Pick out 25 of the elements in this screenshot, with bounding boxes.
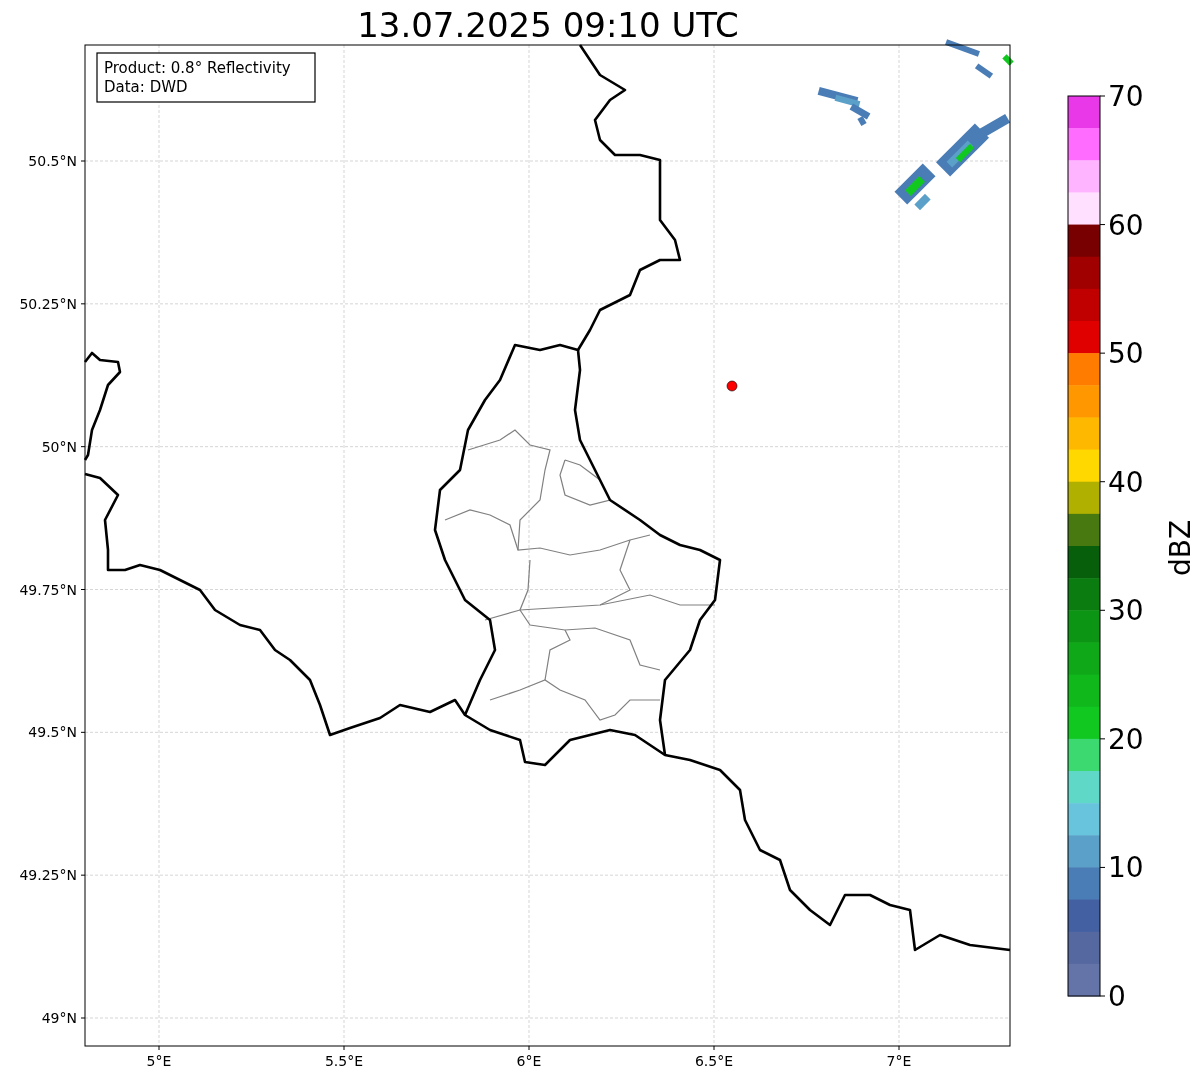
axis-tick-label: 50°N — [41, 438, 77, 455]
info-text: Data: DWD — [104, 78, 188, 96]
scale-tick-label: 20 — [1108, 722, 1144, 756]
scale-tick-label: 10 — [1108, 851, 1144, 885]
scale-tick-label: 0 — [1108, 980, 1126, 1013]
axis-tick-label: 50.25°N — [19, 295, 77, 312]
axis-tick-label: 49.75°N — [19, 581, 77, 598]
axis-tick-label: 7°E — [886, 1053, 912, 1069]
axis-tick-label: 49°N — [41, 1010, 77, 1026]
info-text: Product: 0.8° Reflectivity — [104, 59, 291, 77]
scale-tick-label: 60 — [1108, 208, 1144, 242]
scale-tick-label: 40 — [1108, 465, 1144, 499]
scale-label: dBZ — [1164, 519, 1197, 577]
radar-site-marker — [726, 380, 738, 392]
axis-tick-label: 5°E — [146, 1053, 172, 1069]
scale-tick-label: 70 — [1108, 80, 1144, 113]
axis-tick-label: 6.5°E — [694, 1053, 734, 1069]
axis-tick-label: 6°E — [516, 1053, 542, 1069]
chart-title: 13.07.2025 09:10 UTC — [357, 5, 739, 45]
axis-tick-label: 5.5°E — [324, 1053, 364, 1069]
axis-tick-label: 49.5°N — [28, 724, 77, 741]
axis-tick-label: 49.25°N — [19, 867, 77, 884]
axis-tick-label: 50.5°N — [28, 153, 77, 169]
scale-tick-label: 50 — [1108, 337, 1144, 371]
scale-tick-label: 30 — [1108, 594, 1144, 628]
